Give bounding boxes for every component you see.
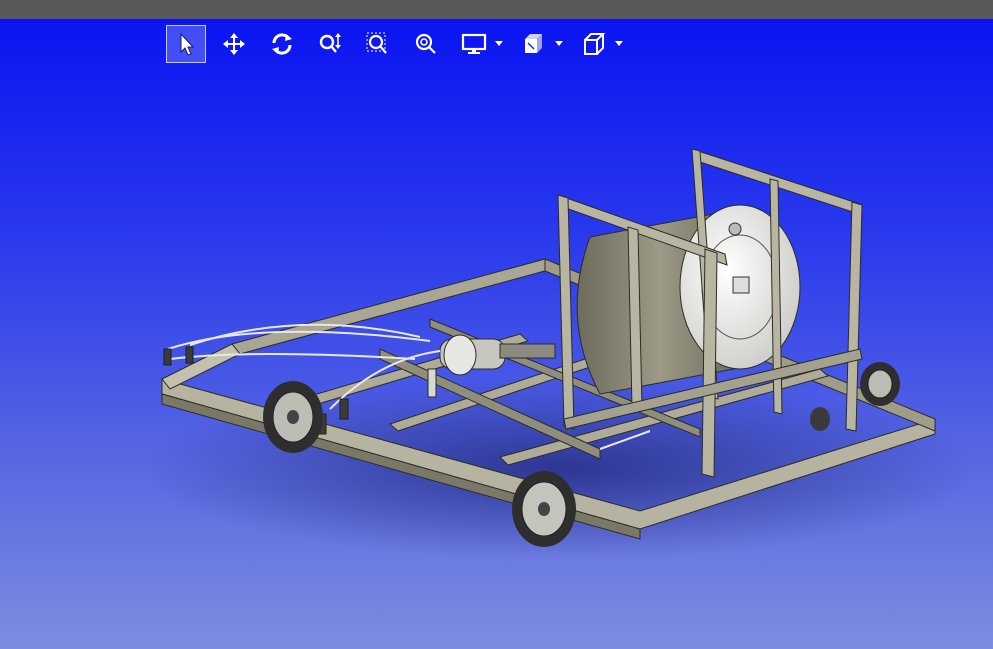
view-orientation-dropdown[interactable]: [574, 25, 624, 63]
zoom-window-icon: [366, 32, 387, 54]
view-toolbar: [166, 24, 634, 64]
window-title-bar: [0, 0, 993, 19]
monitor-icon: [461, 33, 487, 54]
display-mode-caret[interactable]: [494, 39, 504, 49]
rotate-icon: [272, 33, 292, 55]
select-tool-button[interactable]: [166, 25, 206, 63]
model-render[interactable]: [0, 19, 993, 649]
display-mode-dropdown[interactable]: [454, 25, 504, 63]
chevron-down-icon: [495, 41, 503, 46]
rotate-tool-button[interactable]: [262, 25, 302, 63]
zoom-tool-button[interactable]: [310, 25, 350, 63]
zoom-window-button[interactable]: [358, 25, 398, 63]
wheel-rear-right: [810, 407, 830, 431]
chevron-down-icon: [615, 41, 623, 46]
render-style-button[interactable]: [514, 25, 554, 63]
zoom-updown-icon: [319, 33, 341, 53]
wheel-front-right: [860, 362, 900, 406]
wheel-rear-left: [263, 381, 323, 453]
chevron-down-icon: [555, 41, 563, 46]
display-mode-button[interactable]: [454, 25, 494, 63]
cube-view-icon: [584, 33, 606, 55]
render-style-icon: [525, 34, 542, 53]
wheel-front-left: [512, 471, 576, 547]
pointer-icon: [180, 32, 195, 56]
view-orientation-caret[interactable]: [614, 39, 624, 49]
zoom-fit-icon: [415, 33, 436, 54]
3d-viewport[interactable]: [0, 19, 993, 649]
cylindrical-tank: [576, 204, 801, 395]
render-style-caret[interactable]: [554, 39, 564, 49]
pan-tool-button[interactable]: [214, 25, 254, 63]
zoom-fit-button[interactable]: [406, 25, 446, 63]
view-orientation-button[interactable]: [574, 25, 614, 63]
pan-move-icon: [223, 33, 245, 55]
render-style-dropdown[interactable]: [514, 25, 564, 63]
